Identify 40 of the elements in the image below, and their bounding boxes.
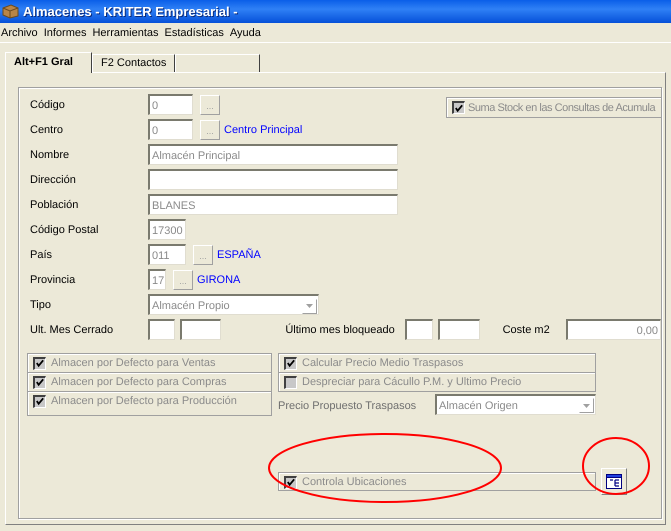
field-label: Población [30, 198, 80, 210]
checkbox-label: Controla Ubicaciones [302, 476, 407, 488]
field-label: Código Postal [30, 224, 100, 236]
input-field[interactable] [180, 319, 222, 340]
input-field[interactable] [438, 319, 480, 340]
field-label: Código [30, 98, 66, 110]
caret-icon [583, 404, 590, 408]
tab[interactable]: F2 Contactos [92, 54, 175, 72]
list-window-button[interactable] [601, 468, 627, 495]
window-title: Almacenes - KRITER Empresarial - [23, 4, 238, 19]
input-field[interactable]: 0,00 [566, 319, 662, 340]
box-icon [2, 4, 19, 19]
field-label: Tipo [30, 298, 52, 310]
field-label: Ult. Mes Cerrado [30, 324, 114, 336]
checkbox-label: Suma Stock en las Consultas de Acumula [468, 102, 656, 114]
input-field[interactable] [148, 169, 398, 190]
field-label: Dirección [30, 174, 77, 186]
field-label: Precio Propuesto Traspasos [278, 399, 416, 412]
highlight-ellipse [582, 437, 650, 495]
field-label: Nombre [30, 148, 70, 160]
menu-item[interactable]: Estadísticas [164, 26, 229, 38]
field-label: Coste m2 [502, 324, 551, 336]
checkbox-label: Calcular Precio Medio Traspasos [302, 357, 464, 369]
checkbox-label: Almacen por Defecto para Ventas [51, 357, 216, 369]
field-label: Centro [30, 124, 64, 136]
caret-icon [306, 304, 313, 308]
checkbox-label: Almacen por Defecto para Compras [51, 376, 226, 388]
field-label: País [30, 248, 54, 260]
field-label: Provincia [30, 274, 76, 286]
checkbox-label: Despreciar para Cácullo P.M. y Ultimo Precio [302, 376, 522, 388]
menu-item[interactable]: Ayuda [230, 26, 266, 38]
menu-item[interactable]: Herramientas [92, 26, 164, 38]
input-field[interactable] [404, 319, 433, 340]
tab[interactable]: Alt+F1 Gral [5, 52, 92, 73]
menu-item[interactable]: Informes [44, 26, 92, 38]
list-window-icon [606, 474, 622, 489]
menu-item[interactable]: Archivo [1, 26, 43, 38]
field-label: Último mes bloqueado [285, 324, 396, 336]
checkbox-label: Almacen por Defecto para Producción [51, 395, 237, 407]
input-field[interactable] [148, 319, 176, 340]
